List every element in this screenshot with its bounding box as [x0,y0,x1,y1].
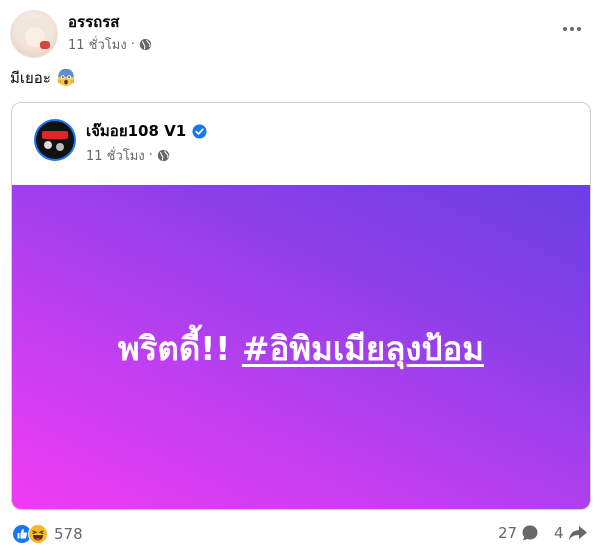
post-footer: 578 27 4 [0,518,600,552]
shared-post-header: เจ๊มอย108 V1 11 ชั่วโมง · [12,103,590,185]
verified-badge-icon [192,123,207,139]
post-meta: 11 ชั่วโมง · [68,34,152,55]
post-text: มีเยอะ [10,66,75,90]
post-time[interactable]: 11 ชั่วโมง [68,34,127,55]
comment-count[interactable]: 27 [498,524,517,542]
shared-post-meta: 11 ชั่วโมง · [86,145,170,166]
globe-icon[interactable] [139,38,152,51]
reaction-count[interactable]: 578 [54,525,83,543]
share-count[interactable]: 4 [554,524,564,542]
reactions-summary[interactable]: 578 [12,524,83,544]
post-body: มีเยอะ [10,69,51,87]
page-avatar-image [36,121,74,159]
avatar-logo-dot [56,143,64,151]
author-name[interactable]: อรรถรส [68,10,119,34]
shared-page-name[interactable]: เจ๊มอย108 V1 [86,119,207,143]
meta-separator: · [130,37,135,52]
shared-page-name-text[interactable]: เจ๊มอย108 V1 [86,119,186,143]
shares-summary[interactable]: 4 [554,524,588,542]
background-text-post[interactable]: พริตดี้!! #อิพิมเมียลุงป้อม [12,185,590,509]
dot-icon [570,27,574,31]
post-header: อรรถรส 11 ชั่วโมง · [10,6,590,58]
more-options-button[interactable] [558,18,586,40]
meta-separator: · [148,148,153,163]
comment-icon[interactable] [521,524,539,542]
background-text-prefix: พริตดี้!! [117,328,242,368]
dot-icon [563,27,567,31]
comments-summary[interactable]: 27 [498,524,539,542]
shared-post-time[interactable]: 11 ชั่วโมง [86,145,145,166]
globe-icon[interactable] [157,149,170,162]
avatar-logo-dot [44,141,52,149]
share-icon[interactable] [568,524,588,542]
avatar-bow [40,41,50,49]
background-post-text: พริตดี้!! #อิพิมเมียลุงป้อม [118,322,484,375]
avatar-logo-mark [42,131,68,139]
shared-post-card[interactable]: เจ๊มอย108 V1 11 ชั่วโมง · พริตดี้!! #อิพ… [11,102,591,510]
hashtag-link[interactable]: #อิพิมเมียลุงป้อม [242,329,484,368]
dot-icon [577,27,581,31]
author-avatar[interactable] [10,10,58,58]
face-screaming-in-fear-emoji-icon [57,69,75,87]
haha-icon [28,524,48,544]
page-avatar[interactable] [34,119,76,161]
